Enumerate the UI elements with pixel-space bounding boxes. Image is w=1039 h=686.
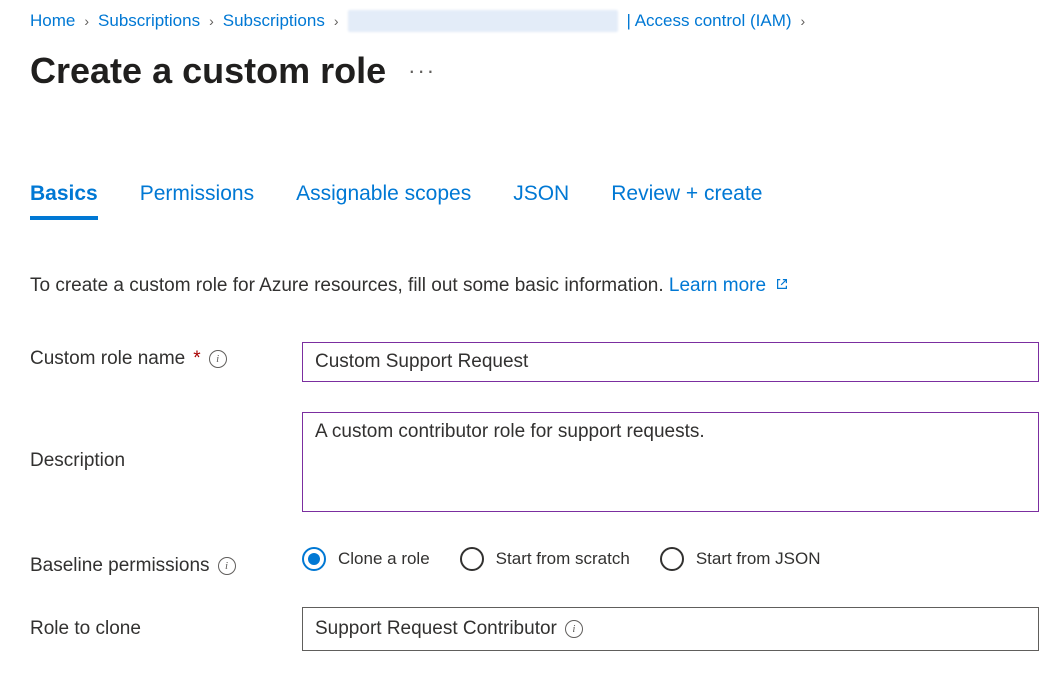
helper-text: To create a custom role for Azure resour…: [30, 275, 1039, 297]
more-actions-button[interactable]: ···: [408, 58, 436, 84]
info-icon[interactable]: i: [218, 557, 236, 575]
label-description: Description: [30, 412, 302, 472]
external-link-icon: [775, 277, 789, 291]
chevron-right-icon: ›: [334, 13, 339, 29]
breadcrumb-subscriptions-1[interactable]: Subscriptions: [98, 11, 200, 31]
tab-json[interactable]: JSON: [513, 182, 569, 220]
chevron-right-icon: ›: [84, 13, 89, 29]
required-asterisk: *: [193, 348, 200, 370]
tab-bar: Basics Permissions Assignable scopes JSO…: [30, 182, 1039, 220]
description-input[interactable]: [302, 412, 1039, 512]
learn-more-link[interactable]: Learn more: [669, 275, 789, 296]
baseline-radio-group: Clone a role Start from scratch Start fr…: [302, 547, 1039, 571]
radio-label: Clone a role: [338, 549, 430, 569]
radio-label: Start from JSON: [696, 549, 821, 569]
radio-clone-a-role[interactable]: Clone a role: [302, 547, 430, 571]
radio-start-from-json[interactable]: Start from JSON: [660, 547, 821, 571]
label-custom-role-name: Custom role name * i: [30, 342, 302, 370]
breadcrumb-redacted[interactable]: [348, 10, 618, 32]
custom-role-name-input[interactable]: [302, 342, 1039, 382]
chevron-right-icon: ›: [209, 13, 214, 29]
label-baseline-permissions: Baseline permissions i: [30, 547, 302, 577]
tab-assignable-scopes[interactable]: Assignable scopes: [296, 182, 471, 220]
info-icon[interactable]: i: [565, 620, 583, 638]
label-role-to-clone: Role to clone: [30, 618, 302, 640]
row-role-to-clone: Role to clone Support Request Contributo…: [30, 607, 1039, 651]
row-description: Description: [30, 412, 1039, 517]
breadcrumb-iam[interactable]: | Access control (IAM): [627, 11, 792, 31]
info-icon[interactable]: i: [209, 350, 227, 368]
tab-basics[interactable]: Basics: [30, 182, 98, 220]
row-custom-role-name: Custom role name * i: [30, 342, 1039, 382]
radio-start-from-scratch[interactable]: Start from scratch: [460, 547, 630, 571]
row-baseline-permissions: Baseline permissions i Clone a role Star…: [30, 547, 1039, 577]
radio-icon: [460, 547, 484, 571]
page-title: Create a custom role: [30, 50, 386, 92]
select-value: Support Request Contributor: [315, 618, 557, 640]
breadcrumb-home[interactable]: Home: [30, 11, 75, 31]
radio-icon: [302, 547, 326, 571]
role-to-clone-select[interactable]: Support Request Contributor i: [302, 607, 1039, 651]
helper-text-body: To create a custom role for Azure resour…: [30, 275, 664, 296]
page-title-row: Create a custom role ···: [30, 50, 1039, 92]
breadcrumb: Home › Subscriptions › Subscriptions › |…: [30, 10, 1039, 32]
chevron-right-icon: ›: [801, 13, 806, 29]
tab-review-create[interactable]: Review + create: [611, 182, 762, 220]
radio-label: Start from scratch: [496, 549, 630, 569]
radio-icon: [660, 547, 684, 571]
breadcrumb-subscriptions-2[interactable]: Subscriptions: [223, 11, 325, 31]
tab-permissions[interactable]: Permissions: [140, 182, 254, 220]
